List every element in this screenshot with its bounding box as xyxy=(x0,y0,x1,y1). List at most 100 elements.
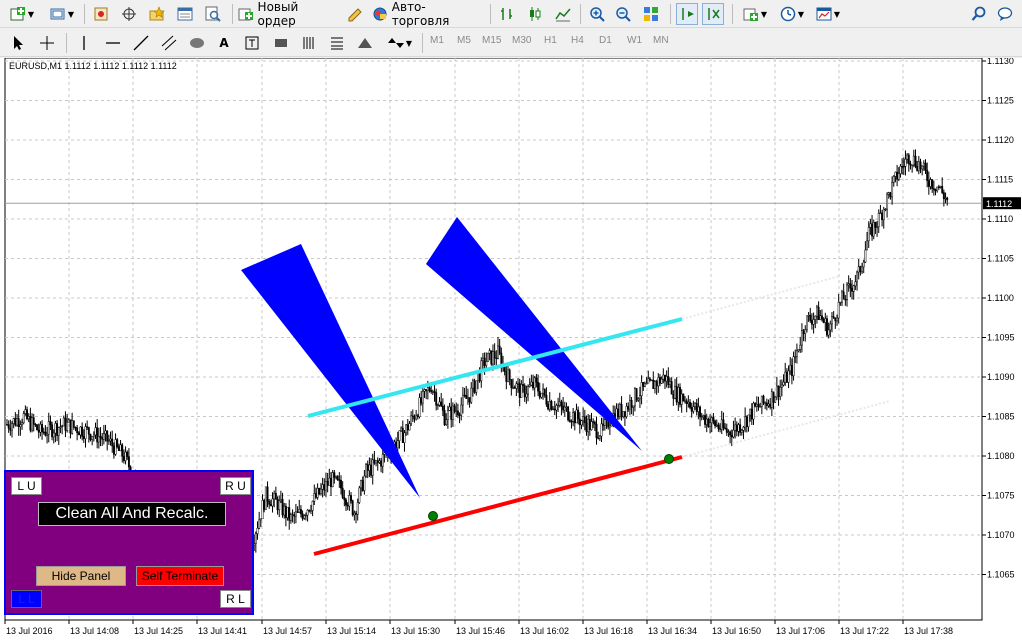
self-terminate-button[interactable]: Self Terminate xyxy=(136,566,224,586)
left-up-button[interactable]: L U xyxy=(11,477,42,495)
candle-body xyxy=(371,459,374,476)
text-tool[interactable]: A xyxy=(214,32,234,54)
text-label-tool[interactable] xyxy=(242,32,262,54)
candle-body xyxy=(530,381,533,386)
timeframe-h1[interactable]: H1 xyxy=(544,35,557,46)
periods-button[interactable]: ▼ xyxy=(776,3,808,25)
candle-body xyxy=(837,301,840,319)
candle-body xyxy=(288,507,291,521)
candle-body xyxy=(525,393,528,398)
fibonacci-tool[interactable] xyxy=(326,32,348,54)
timeframe-h4[interactable]: H4 xyxy=(571,35,584,46)
bar-chart-button[interactable] xyxy=(496,3,518,25)
clean-recalc-button[interactable]: Clean All And Recalc. xyxy=(38,502,226,526)
candle-body xyxy=(872,222,875,237)
timeframe-w1[interactable]: W1 xyxy=(627,35,642,46)
terminal-button[interactable] xyxy=(174,3,196,25)
candle-body xyxy=(291,514,294,516)
candle-body xyxy=(308,509,311,512)
x-tick-label: 13 Jul 15:46 xyxy=(456,626,505,636)
gann-grid-tool[interactable] xyxy=(298,32,320,54)
candle-body xyxy=(99,436,102,439)
candle-body xyxy=(588,418,591,431)
candle-body xyxy=(11,423,13,431)
zoom-out-icon xyxy=(616,7,631,22)
timeframe-m30[interactable]: M30 xyxy=(512,35,531,46)
candle-body xyxy=(17,418,20,427)
timeframe-mn[interactable]: MN xyxy=(653,35,669,46)
candlestick-chart-button[interactable] xyxy=(524,3,546,25)
candle-body xyxy=(89,433,92,440)
candle-body xyxy=(944,197,947,200)
zoom-in-button[interactable] xyxy=(586,3,608,25)
zoom-out-button[interactable] xyxy=(612,3,634,25)
new-order-button[interactable]: Новый ордер xyxy=(238,0,338,28)
profiles-button[interactable]: ▼ xyxy=(46,3,78,25)
left-low-button[interactable]: L L xyxy=(11,590,42,608)
line-chart-button[interactable] xyxy=(552,3,574,25)
candle-body xyxy=(921,165,924,170)
timeframe-m5[interactable]: M5 xyxy=(457,35,471,46)
horizontal-line-tool[interactable] xyxy=(102,32,124,54)
candle-body xyxy=(405,424,408,434)
new-chart-button[interactable]: ▼ xyxy=(4,3,40,25)
rectangle-tool[interactable] xyxy=(270,32,292,54)
candle-body xyxy=(41,424,44,433)
candle-body xyxy=(934,188,937,192)
data-window-button[interactable] xyxy=(118,3,140,25)
candle-body xyxy=(769,403,772,408)
chart-shift-button[interactable] xyxy=(676,3,698,25)
candle-body xyxy=(593,421,596,425)
candle-body xyxy=(767,403,770,406)
triangle-tool[interactable] xyxy=(354,32,376,54)
cursor-tool[interactable] xyxy=(8,32,28,54)
candle-body xyxy=(44,431,47,436)
candle-body xyxy=(423,389,426,392)
candle-body xyxy=(832,316,835,319)
candle-body xyxy=(298,509,301,513)
candle-body xyxy=(737,424,740,432)
tile-windows-button[interactable] xyxy=(640,3,662,25)
navigator-button[interactable] xyxy=(146,3,168,25)
candle-body xyxy=(351,500,354,516)
metaeditor-button[interactable] xyxy=(344,3,366,25)
candle-body xyxy=(739,424,742,433)
timeframe-m1[interactable]: M1 xyxy=(430,35,444,46)
timeframe-d1[interactable]: D1 xyxy=(599,35,612,46)
candle-body xyxy=(749,408,752,416)
candle-body xyxy=(309,510,312,512)
candle-body xyxy=(104,430,107,434)
candle-body xyxy=(805,315,808,330)
candle-body xyxy=(451,405,454,420)
market-watch-button[interactable] xyxy=(90,3,112,25)
template-icon xyxy=(816,7,832,21)
search-button[interactable] xyxy=(968,3,990,25)
hide-panel-button[interactable]: Hide Panel xyxy=(36,566,126,586)
tile-windows-icon xyxy=(644,7,658,21)
y-tick-label: 1.1110 xyxy=(987,214,1013,224)
equidistant-channel-tool[interactable] xyxy=(158,32,180,54)
right-up-button[interactable]: R U xyxy=(220,477,251,495)
vertical-line-tool[interactable] xyxy=(74,32,94,54)
crosshair-tool[interactable] xyxy=(36,32,58,54)
auto-scroll-button[interactable] xyxy=(702,3,724,25)
autotrading-button[interactable]: Авто-торговля xyxy=(372,0,482,28)
candle-body xyxy=(431,391,434,393)
trendline-tool[interactable] xyxy=(130,32,152,54)
strategy-tester-button[interactable] xyxy=(202,3,224,25)
candle-body xyxy=(754,402,757,407)
indicators-button[interactable]: ▼ xyxy=(738,3,772,25)
ellipse-tool[interactable] xyxy=(186,32,208,54)
chart-header: EURUSD,M1 1.1112 1.1112 1.1112 1.1112 xyxy=(9,61,177,71)
timeframe-m15[interactable]: M15 xyxy=(482,35,501,46)
x-tick-label: 13 Jul 14:41 xyxy=(198,626,247,636)
chat-button[interactable] xyxy=(994,3,1016,25)
chart-area[interactable]: 1.1130 1.1125 1.1120 1.1115 1.1110 1.1105 1.11… xyxy=(0,58,1022,642)
arrows-tool[interactable]: ▼ xyxy=(384,32,416,54)
candle-body xyxy=(507,369,509,382)
right-low-button[interactable]: R L xyxy=(220,590,251,608)
candle-body xyxy=(902,166,905,168)
templates-button[interactable]: ▼ xyxy=(812,3,844,25)
candle-body xyxy=(580,420,583,426)
candle-body xyxy=(547,404,550,410)
